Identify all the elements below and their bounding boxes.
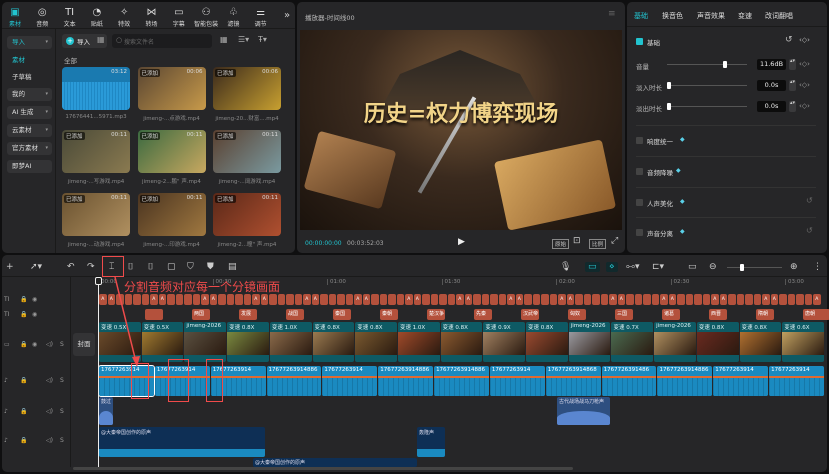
annotation-box-cut-3 <box>206 359 223 402</box>
annotation-box-cut-1 <box>131 363 149 399</box>
annotation-arrow <box>114 276 140 367</box>
annotation-box-cut-2 <box>168 359 189 402</box>
